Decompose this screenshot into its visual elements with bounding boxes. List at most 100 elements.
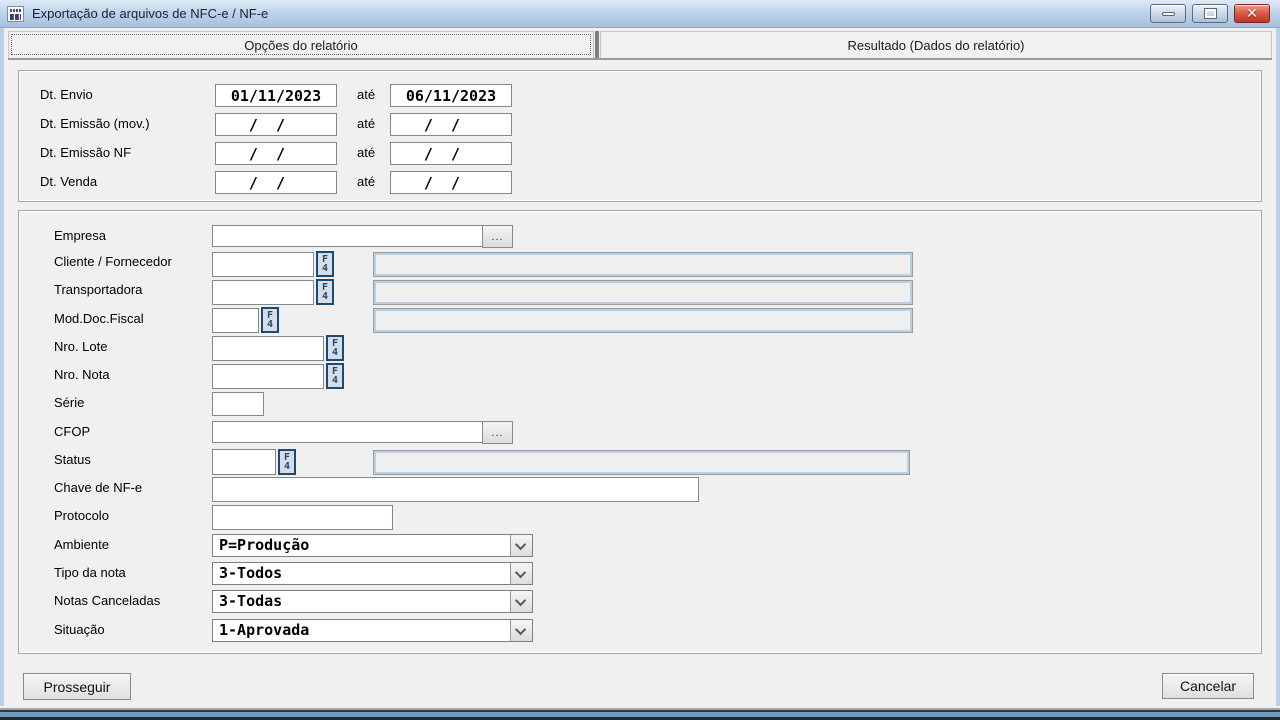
mod-doc-fiscal-input[interactable] <box>212 308 259 333</box>
situacao-label: Situação <box>54 622 105 637</box>
f4-icon: 4 <box>284 462 290 471</box>
chevron-down-icon <box>514 623 525 634</box>
report-filters-group: Empresa ... Cliente / Fornecedor F 4 Tra… <box>18 210 1262 654</box>
mod-doc-fiscal-f4-button[interactable]: F 4 <box>261 307 279 333</box>
dt-venda-to-input[interactable] <box>390 171 512 194</box>
ambiente-dropdown-button[interactable] <box>510 535 532 556</box>
dt-venda-from-input[interactable] <box>215 171 337 194</box>
tipo-nota-select[interactable]: 3-Todos <box>212 562 533 585</box>
ellipsis-icon: ... <box>491 427 503 439</box>
chave-nfe-label: Chave de NF-e <box>54 480 142 495</box>
cliente-label: Cliente / Fornecedor <box>54 254 172 269</box>
date-filters-group: Dt. Envio até Dt. Emissão (mov.) até Dt.… <box>18 70 1262 202</box>
nro-nota-f4-button[interactable]: F 4 <box>326 363 344 389</box>
tab-divider <box>595 31 599 58</box>
dt-venda-label: Dt. Venda <box>40 174 97 189</box>
minimize-button[interactable] <box>1150 4 1186 23</box>
proceed-button[interactable]: Prosseguir <box>23 673 131 700</box>
status-description-field <box>373 450 910 475</box>
f4-icon: 4 <box>322 264 328 273</box>
dt-emissao-mov-to-input[interactable] <box>390 113 512 136</box>
dt-envio-from-input[interactable] <box>215 84 337 107</box>
mod-doc-fiscal-label: Mod.Doc.Fiscal <box>54 311 144 326</box>
cfop-browse-button[interactable]: ... <box>482 421 513 444</box>
serie-input[interactable] <box>212 392 264 416</box>
nro-nota-input[interactable] <box>212 364 324 389</box>
until-label: até <box>357 87 375 102</box>
transportadora-description-field <box>373 280 913 305</box>
empresa-input[interactable] <box>212 225 484 247</box>
cancel-button-label: Cancelar <box>1180 678 1236 694</box>
proceed-button-label: Prosseguir <box>44 679 111 695</box>
notas-canceladas-selected-value: 3-Todas <box>219 592 508 610</box>
dt-envio-label: Dt. Envio <box>40 87 93 102</box>
app-icon <box>7 6 24 22</box>
maximize-icon <box>1205 9 1216 18</box>
empresa-browse-button[interactable]: ... <box>482 225 513 248</box>
notas-canceladas-select[interactable]: 3-Todas <box>212 590 533 613</box>
dt-envio-to-input[interactable] <box>390 84 512 107</box>
until-label: até <box>357 174 375 189</box>
cancel-button[interactable]: Cancelar <box>1162 673 1254 699</box>
ambiente-selected-value: P=Produção <box>219 536 508 554</box>
dt-emissao-nf-to-input[interactable] <box>390 142 512 165</box>
ambiente-label: Ambiente <box>54 537 109 552</box>
tipo-nota-label: Tipo da nota <box>54 565 126 580</box>
tab-report-options[interactable]: Opções do relatório <box>8 31 594 58</box>
transportadora-label: Transportadora <box>54 282 142 297</box>
status-f4-button[interactable]: F 4 <box>278 449 296 475</box>
dt-emissao-mov-label: Dt. Emissão (mov.) <box>40 116 150 131</box>
f4-icon: 4 <box>332 348 338 357</box>
nro-lote-f4-button[interactable]: F 4 <box>326 335 344 361</box>
situacao-select[interactable]: 1-Aprovada <box>212 619 533 642</box>
chave-nfe-input[interactable] <box>212 477 699 502</box>
protocolo-input[interactable] <box>212 505 393 530</box>
cfop-label: CFOP <box>54 424 90 439</box>
f4-icon: 4 <box>267 320 273 329</box>
cliente-description-field <box>373 252 913 277</box>
transportadora-input[interactable] <box>212 280 314 305</box>
protocolo-label: Protocolo <box>54 508 109 523</box>
cliente-f4-button[interactable]: F 4 <box>316 251 334 277</box>
status-label: Status <box>54 452 91 467</box>
empresa-label: Empresa <box>54 228 106 243</box>
transportadora-f4-button[interactable]: F 4 <box>316 279 334 305</box>
until-label: até <box>357 145 375 160</box>
close-button[interactable]: ✕ <box>1234 4 1270 23</box>
tab-report-options-label: Opções do relatório <box>244 38 357 53</box>
ambiente-select[interactable]: P=Produção <box>212 534 533 557</box>
window-bottom-border <box>0 706 1280 720</box>
situacao-dropdown-button[interactable] <box>510 620 532 641</box>
dt-emissao-nf-label: Dt. Emissão NF <box>40 145 131 160</box>
until-label: até <box>357 116 375 131</box>
serie-label: Série <box>54 395 84 410</box>
tab-report-result-label: Resultado (Dados do relatório) <box>847 38 1024 53</box>
dt-emissao-nf-from-input[interactable] <box>215 142 337 165</box>
nro-nota-label: Nro. Nota <box>54 367 110 382</box>
title-bar: Exportação de arquivos de NFC-e / NF-e ✕ <box>0 0 1280 28</box>
chevron-down-icon <box>514 538 525 549</box>
tipo-nota-selected-value: 3-Todos <box>219 564 508 582</box>
status-input[interactable] <box>212 449 276 475</box>
minimize-icon <box>1162 12 1175 16</box>
f4-icon: 4 <box>322 292 328 301</box>
ellipsis-icon: ... <box>491 231 503 243</box>
chevron-down-icon <box>514 594 525 605</box>
notas-canceladas-dropdown-button[interactable] <box>510 591 532 612</box>
window-title: Exportação de arquivos de NFC-e / NF-e <box>32 6 268 21</box>
notas-canceladas-label: Notas Canceladas <box>54 593 160 608</box>
tab-bar: Opções do relatório Resultado (Dados do … <box>8 31 1272 60</box>
cfop-input[interactable] <box>212 421 484 443</box>
nro-lote-input[interactable] <box>212 336 324 361</box>
mod-doc-fiscal-description-field <box>373 308 913 333</box>
tipo-nota-dropdown-button[interactable] <box>510 563 532 584</box>
export-dialog-window: Exportação de arquivos de NFC-e / NF-e ✕… <box>0 0 1280 720</box>
maximize-button[interactable] <box>1192 4 1228 23</box>
close-icon: ✕ <box>1246 7 1258 21</box>
tab-report-result[interactable]: Resultado (Dados do relatório) <box>600 31 1272 58</box>
dt-emissao-mov-from-input[interactable] <box>215 113 337 136</box>
chevron-down-icon <box>514 566 525 577</box>
cliente-input[interactable] <box>212 252 314 277</box>
f4-icon: 4 <box>332 376 338 385</box>
nro-lote-label: Nro. Lote <box>54 339 107 354</box>
